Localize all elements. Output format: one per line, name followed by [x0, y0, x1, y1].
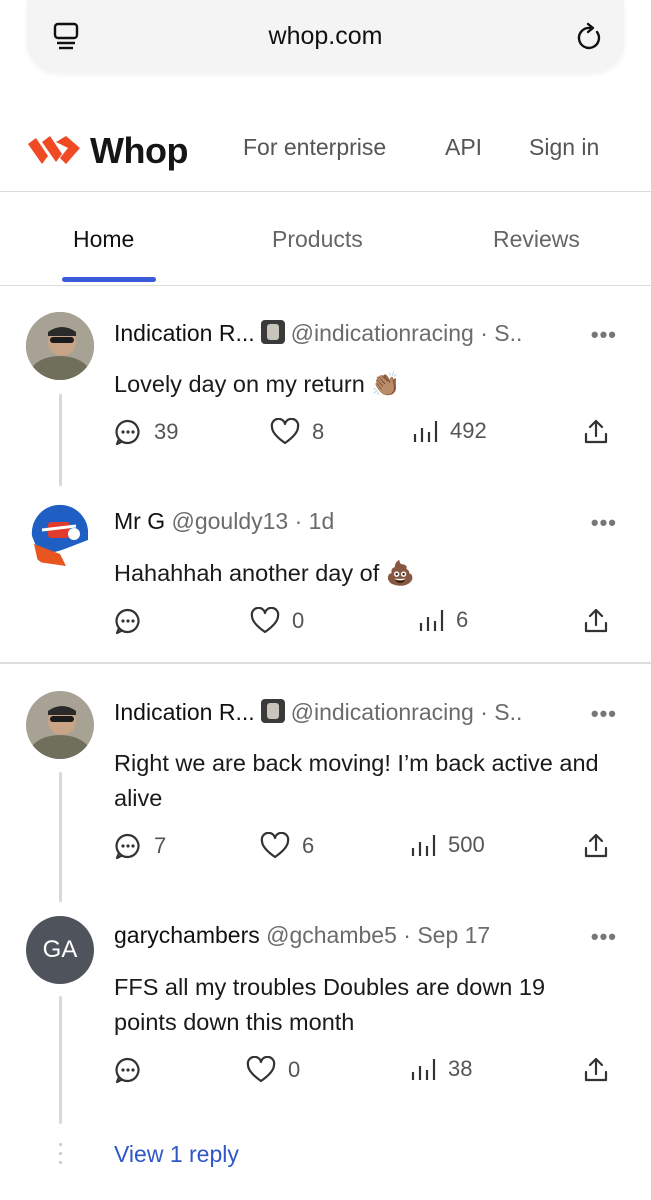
more-options-icon[interactable]: ••• [591, 924, 617, 950]
views-icon [411, 1059, 436, 1080]
like-count: 6 [302, 833, 315, 858]
url-text[interactable]: whop.com [27, 22, 624, 51]
post-text: Hahahhah another day of 💩 [114, 560, 416, 586]
heart-icon [250, 607, 280, 634]
share-icon [584, 419, 608, 444]
views-icon [413, 421, 438, 442]
author-handle[interactable]: @indicationracing · S.. [291, 320, 523, 346]
author-badge [260, 699, 285, 723]
post-header: Mr G @gouldy13 · 1d [114, 508, 334, 535]
like-button[interactable]: 0 [250, 607, 304, 635]
post-divider [0, 662, 651, 664]
more-options-icon[interactable]: ••• [591, 510, 617, 536]
browser-url-bar[interactable]: whop.com [27, 0, 624, 72]
whop-logo-icon [28, 136, 80, 164]
views-icon [411, 835, 436, 856]
tab-products[interactable]: Products [272, 226, 363, 253]
thread-continuation-dots [59, 1143, 62, 1170]
author-handle[interactable]: @indicationracing · S.. [291, 699, 523, 725]
nav-for-enterprise[interactable]: For enterprise [243, 134, 386, 161]
heart-icon [246, 1056, 276, 1083]
view-count: 492 [450, 418, 487, 443]
post-text: FFS all my troubles Doubles are down 19 … [114, 974, 546, 1035]
active-tab-indicator [62, 277, 156, 282]
post-text: Right we are back moving! I’m back activ… [114, 750, 599, 811]
comment-icon [115, 1057, 140, 1084]
avatar[interactable] [26, 691, 94, 759]
tab-reviews[interactable]: Reviews [493, 226, 580, 253]
post-actions: 0 38 [0, 1056, 651, 1090]
views-stat[interactable]: 492 [412, 418, 487, 444]
comment-count: 39 [154, 419, 179, 444]
tab-home[interactable]: Home [73, 226, 134, 253]
author-handle[interactable]: @gouldy13 · 1d [172, 508, 335, 534]
comment-button[interactable]: 39 [114, 418, 178, 446]
view-replies-link[interactable]: View 1 reply [114, 1141, 239, 1168]
avatar[interactable]: GA [26, 916, 94, 984]
comment-button[interactable]: 7 [114, 832, 166, 860]
share-button[interactable] [582, 1056, 622, 1084]
comment-icon [115, 419, 140, 446]
like-count: 0 [288, 1057, 301, 1082]
author-badge [260, 320, 285, 344]
comment-icon [115, 608, 140, 635]
post-header: Indication R... @indicationracing · S.. [114, 320, 522, 347]
like-button[interactable]: 6 [260, 832, 314, 860]
more-options-icon[interactable]: ••• [591, 701, 617, 727]
comment-button[interactable] [114, 607, 154, 635]
avatar[interactable] [26, 500, 94, 568]
share-icon [584, 1057, 608, 1082]
view-count: 38 [448, 1056, 473, 1081]
share-button[interactable] [582, 418, 622, 446]
share-icon [584, 833, 608, 858]
share-icon [584, 608, 608, 633]
tab-bar: Home Products Reviews [0, 194, 651, 286]
avatar-initials: GA [42, 936, 78, 963]
post-actions: 0 6 [0, 607, 651, 641]
author-name[interactable]: Indication R... [114, 320, 255, 346]
comment-icon [115, 833, 140, 860]
nav-sign-in[interactable]: Sign in [529, 134, 599, 161]
like-count: 8 [312, 419, 325, 444]
post-actions: 7 6 500 [0, 832, 651, 866]
post-header: garychambers @gchambe5 · Sep 17 [114, 922, 490, 949]
like-count: 0 [292, 608, 305, 633]
post-text: Lovely day on my return 👏🏽 [114, 371, 401, 397]
post-header: Indication R... @indicationracing · S.. [114, 699, 522, 726]
author-name[interactable]: garychambers [114, 922, 260, 948]
views-stat[interactable]: 38 [410, 1056, 472, 1082]
like-button[interactable]: 0 [246, 1056, 300, 1084]
avatar[interactable] [26, 312, 94, 380]
nav-api[interactable]: API [445, 134, 482, 161]
share-button[interactable] [582, 607, 622, 635]
site-header: Whop For enterprise API Sign in [0, 100, 651, 192]
comment-button[interactable] [114, 1056, 154, 1084]
author-name[interactable]: Mr G [114, 508, 165, 534]
heart-icon [260, 832, 290, 859]
views-stat[interactable]: 6 [418, 607, 468, 633]
views-icon [419, 610, 444, 631]
reload-icon[interactable] [576, 22, 604, 57]
more-options-icon[interactable]: ••• [591, 322, 617, 348]
brand-name: Whop [90, 130, 188, 171]
post-actions: 39 8 492 [0, 418, 651, 452]
view-count: 500 [448, 832, 485, 857]
author-name[interactable]: Indication R... [114, 699, 255, 725]
author-handle[interactable]: @gchambe5 · Sep 17 [266, 922, 490, 948]
heart-icon [270, 418, 300, 445]
like-button[interactable]: 8 [270, 418, 324, 446]
whop-logo[interactable]: Whop [26, 130, 188, 172]
comment-count: 7 [154, 833, 167, 858]
views-stat[interactable]: 500 [410, 832, 485, 858]
share-button[interactable] [582, 832, 622, 860]
view-count: 6 [456, 607, 469, 632]
